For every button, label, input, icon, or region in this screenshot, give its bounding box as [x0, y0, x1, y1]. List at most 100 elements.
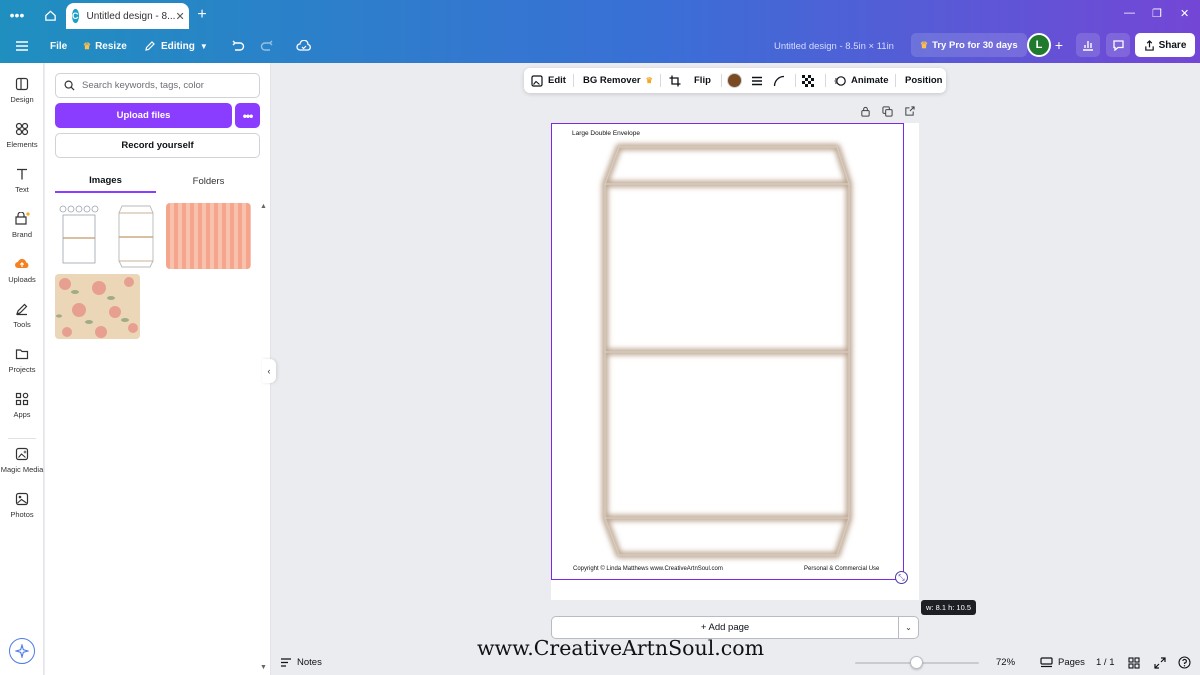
scroll-down-arrow-icon[interactable]: ▼	[260, 664, 267, 671]
editing-mode-button[interactable]: Editing ▼	[144, 29, 208, 63]
rail-item-photos[interactable]: Photos	[0, 492, 44, 519]
animate-button[interactable]: Animate	[834, 68, 888, 93]
file-menu[interactable]: File	[50, 29, 67, 63]
lock-page-icon[interactable]	[860, 106, 871, 120]
edit-button[interactable]: Edit	[531, 68, 566, 93]
chevron-down-icon: ▼	[199, 41, 208, 51]
transparency-icon[interactable]	[802, 68, 814, 93]
minimize-icon[interactable]: —	[1124, 7, 1135, 19]
copyright-text[interactable]: Copyright © Linda Matthews www.CreativeA…	[573, 566, 723, 572]
toolbar-separator	[721, 74, 722, 87]
rail-item-tools[interactable]: Tools	[0, 302, 44, 329]
rail-item-uploads[interactable]: Uploads	[0, 257, 44, 284]
rail-item-elements[interactable]: Elements	[0, 122, 44, 149]
rail-label-elements: Elements	[6, 140, 38, 149]
search-placeholder: Search keywords, tags, color	[82, 80, 204, 91]
flip-button[interactable]: Flip	[694, 68, 711, 93]
tab-images[interactable]: Images	[55, 169, 156, 193]
resize-button[interactable]: ♛ Resize	[83, 29, 127, 63]
new-tab-icon[interactable]: +	[192, 5, 212, 25]
rail-label-uploads: Uploads	[8, 275, 36, 284]
more-options-icon[interactable]: •••	[235, 103, 260, 128]
notes-button[interactable]: Notes	[280, 650, 322, 675]
rail-item-magic-media[interactable]: Magic Media	[0, 447, 44, 474]
apps-icon	[15, 392, 29, 406]
selection-outline	[551, 123, 904, 580]
upload-thumbnail-floral[interactable]	[55, 274, 140, 339]
pages-button[interactable]: Pages	[1040, 650, 1085, 675]
edit-image-icon	[531, 74, 543, 87]
tools-pen-icon	[16, 303, 28, 316]
magic-sparkle-icon[interactable]	[9, 638, 35, 664]
rail-item-text[interactable]: Text	[0, 167, 44, 194]
corner-rounding-icon[interactable]	[773, 68, 785, 93]
crown-icon: ♛	[645, 76, 653, 85]
cloud-saved-icon[interactable]	[296, 29, 312, 63]
upload-thumbnail-envelope-large[interactable]	[113, 203, 159, 269]
rail-label-projects: Projects	[8, 365, 36, 374]
share-button[interactable]: Share	[1135, 33, 1195, 57]
position-button[interactable]: Position	[905, 68, 942, 93]
animate-label: Animate	[851, 75, 889, 86]
color-swatch-button[interactable]	[727, 68, 742, 93]
maximize-icon[interactable]: ❐	[1152, 7, 1162, 20]
undo-icon[interactable]	[231, 29, 245, 63]
document-title[interactable]: Untitled design - 8.5in × 11in	[774, 29, 894, 63]
brand-icon	[15, 212, 30, 225]
upload-files-button[interactable]: Upload files	[55, 103, 232, 128]
upload-thumbnail-envelope-small[interactable]	[55, 203, 103, 269]
editing-label: Editing	[161, 40, 195, 52]
magic-media-icon	[15, 447, 29, 461]
design-icon	[15, 77, 29, 91]
crown-icon: ♛	[920, 39, 929, 50]
toolbar-separator	[660, 74, 661, 87]
rail-label-tools: Tools	[13, 320, 31, 329]
help-icon[interactable]	[1178, 650, 1191, 675]
upload-thumbnail-pink-stripes[interactable]	[166, 203, 251, 269]
rail-item-design[interactable]: Design	[0, 77, 44, 104]
pages-icon	[1040, 657, 1053, 668]
zoom-slider-thumb[interactable]	[910, 656, 923, 669]
rail-item-brand[interactable]: Brand	[0, 212, 44, 239]
grid-view-icon[interactable]	[1128, 650, 1140, 675]
redo-icon[interactable]	[260, 29, 274, 63]
browser-tab[interactable]: C Untitled design - 8... ✕	[66, 3, 189, 29]
fullscreen-icon[interactable]	[1154, 650, 1166, 675]
rail-label-text: Text	[15, 185, 29, 194]
search-input[interactable]: Search keywords, tags, color	[55, 73, 260, 98]
browser-tab-strip: ••• C Untitled design - 8... ✕ + — ❐ ✕	[0, 0, 1200, 29]
insights-chart-icon[interactable]	[1076, 33, 1100, 57]
tab-folders[interactable]: Folders	[158, 169, 259, 193]
collapse-panel-chevron-icon[interactable]: ‹	[262, 359, 276, 383]
envelope-title[interactable]: Large Double Envelope	[572, 130, 640, 137]
menu-icon[interactable]	[15, 29, 29, 63]
bg-remover-button[interactable]: BG Remover ♛	[583, 68, 653, 93]
more-dots-icon[interactable]: •••	[7, 5, 27, 25]
duplicate-page-icon[interactable]	[882, 106, 893, 120]
elements-icon	[15, 122, 29, 136]
chevron-down-icon[interactable]: ⌄	[898, 616, 919, 639]
try-pro-button[interactable]: ♛ Try Pro for 30 days	[911, 33, 1027, 57]
rail-label-magic-media: Magic Media	[0, 465, 44, 474]
crop-icon[interactable]	[669, 68, 681, 93]
window-close-icon[interactable]: ✕	[1180, 7, 1189, 20]
rail-item-projects[interactable]: Projects	[0, 347, 44, 374]
invite-plus-icon[interactable]: +	[1047, 33, 1071, 57]
resize-label: Resize	[95, 40, 127, 52]
toolbar-separator	[573, 74, 574, 87]
zoom-percent[interactable]: 72%	[996, 650, 1015, 675]
photos-icon	[15, 492, 29, 506]
add-page-export-icon[interactable]	[904, 106, 915, 120]
usage-text[interactable]: Personal & Commercial Use	[804, 566, 879, 572]
border-style-icon[interactable]	[751, 68, 763, 93]
record-yourself-button[interactable]: Record yourself	[55, 133, 260, 158]
home-icon[interactable]	[40, 5, 60, 25]
comment-icon[interactable]	[1106, 33, 1130, 57]
animate-icon	[834, 75, 846, 86]
scroll-up-arrow-icon[interactable]: ▲	[260, 203, 267, 210]
rail-label-brand: Brand	[11, 230, 32, 239]
bg-remover-label: BG Remover	[583, 75, 641, 86]
rail-item-apps[interactable]: Apps	[0, 392, 44, 419]
resize-handle-icon[interactable]: ⤡	[895, 571, 908, 584]
close-icon[interactable]: ✕	[175, 10, 184, 23]
